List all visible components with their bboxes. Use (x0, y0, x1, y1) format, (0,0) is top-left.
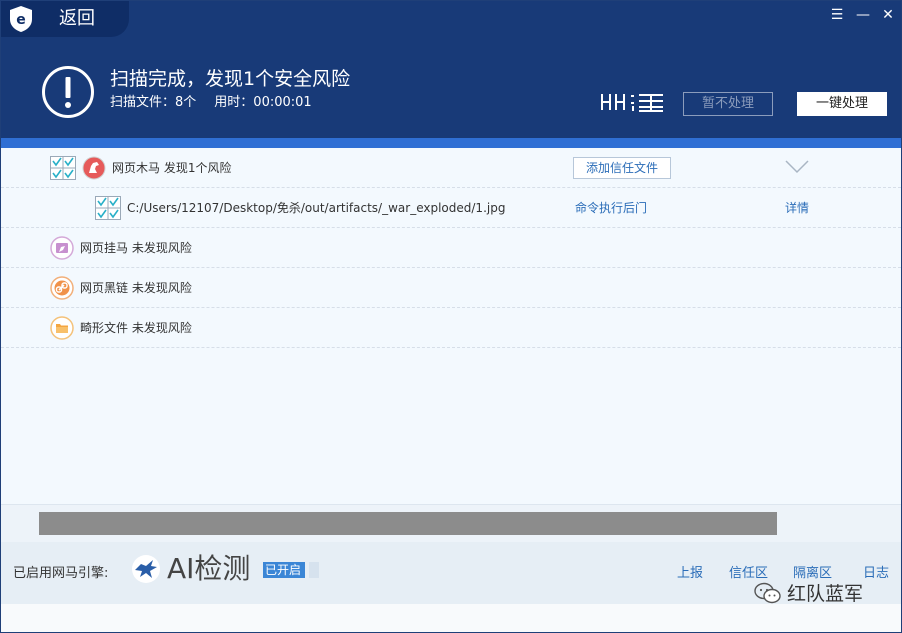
alert-icon (42, 66, 94, 118)
scanned-files: 扫描文件：8个 (110, 95, 197, 110)
threat-file-path: C:/Users/12107/Desktop/免杀/out/artifacts/… (127, 201, 506, 215)
fix-all-button[interactable]: 一键处理 (797, 92, 887, 116)
ai-engine-logo-icon (132, 555, 160, 583)
elapsed-value: 00:00:01 (253, 95, 312, 110)
progress-area (1, 504, 901, 542)
progress-fill (39, 512, 777, 535)
close-icon[interactable]: ✕ (878, 5, 898, 25)
category-row-webshell[interactable]: 网页木马 发现1个风险 添加信任文件 (1, 148, 901, 188)
engine-label: 已启用网马引擎: (13, 566, 109, 581)
checkbox-webshell[interactable] (50, 156, 76, 180)
menu-icon[interactable]: ☰ (827, 5, 847, 25)
report-link[interactable]: 上报 (677, 562, 703, 581)
elapsed-label: 用时： (214, 95, 254, 110)
status-badge: 已开启 (263, 562, 306, 578)
watermark-text: 红队蓝军 (787, 583, 864, 605)
header: e 返回 ☰ — ✕ 扫描完成，发现1个安全风险 扫描文件：8个 用时：00:00… (1, 1, 901, 138)
svg-text:e: e (16, 12, 26, 28)
checkbox-threat-item[interactable] (95, 196, 121, 220)
minimize-icon[interactable]: — (853, 5, 873, 25)
ai-detection-label: AI检测 (167, 552, 251, 585)
folder-icon (50, 316, 74, 340)
app-window: e 返回 ☰ — ✕ 扫描完成，发现1个安全风险 扫描文件：8个 用时：00:00… (0, 0, 902, 633)
app-logo-icon: e (10, 6, 32, 32)
link-icon (50, 276, 74, 300)
category-label-webshell: 网页木马 发现1个风险 (112, 161, 232, 175)
result-list: 网页木马 发现1个风险 添加信任文件 C:/Users/12107/Deskto… (1, 148, 901, 504)
trojan-horse-icon (82, 156, 106, 180)
category-label-web-trojan: 网页挂马 未发现风险 (80, 241, 192, 255)
web-trojan-icon (50, 236, 74, 260)
back-button[interactable]: e 返回 (1, 1, 129, 37)
back-label: 返回 (59, 8, 95, 29)
threat-item-row[interactable]: C:/Users/12107/Desktop/免杀/out/artifacts/… (1, 188, 901, 228)
category-label-black-link: 网页黑链 未发现风险 (80, 281, 192, 295)
progress-bar (39, 512, 777, 535)
detail-link[interactable]: 详情 (785, 200, 809, 216)
chevron-down-icon[interactable] (785, 160, 809, 174)
category-label-malformed-file: 畸形文件 未发现风险 (80, 321, 192, 335)
ignore-button[interactable]: 暂不处理 (683, 92, 773, 116)
wechat-icon (754, 582, 781, 604)
add-trust-file-button[interactable]: 添加信任文件 (573, 157, 671, 179)
status-badge-toggle[interactable] (309, 562, 319, 578)
watermark: 红队蓝军 (753, 579, 893, 609)
threat-type: 命令执行后门 (575, 201, 648, 215)
engine-logo-icon (601, 94, 663, 112)
category-row-black-link[interactable]: 网页黑链 未发现风险 (1, 268, 901, 308)
category-row-web-trojan[interactable]: 网页挂马 未发现风险 (1, 228, 901, 268)
scan-summary: 扫描文件：8个 用时：00:00:01 (110, 94, 312, 112)
scan-result-title: 扫描完成，发现1个安全风险 (110, 68, 351, 90)
category-row-malformed-file[interactable]: 畸形文件 未发现风险 (1, 308, 901, 348)
header-accent-bar (1, 138, 901, 148)
